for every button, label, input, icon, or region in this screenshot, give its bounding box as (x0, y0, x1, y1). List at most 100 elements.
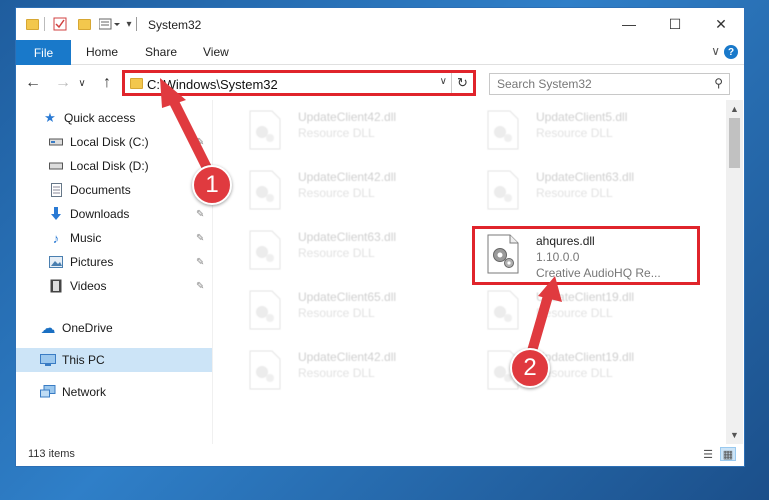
sidebar-item-quick-access[interactable]: ★ Quick access (16, 106, 212, 130)
minimize-button[interactable]: — (606, 8, 652, 40)
file-item[interactable]: UpdateClient63.dll Resource DLL (472, 162, 698, 218)
dll-file-icon (487, 110, 519, 150)
sidebar-item-network[interactable]: Network (16, 380, 212, 404)
folder-icon (24, 16, 40, 32)
address-row: ← → ∨ ↑ C:\Windows\System32 ∨ ↻ Search S… (16, 66, 744, 100)
forward-button[interactable]: → (52, 72, 74, 94)
dll-file-icon (487, 290, 519, 330)
dll-file-icon (249, 170, 281, 210)
quick-access-dropdown-icon[interactable]: ▾ (124, 16, 134, 32)
documents-icon (48, 182, 64, 198)
drive-icon (48, 158, 64, 174)
file-explorer-window: ▾ System32 — ☐ ✕ File Home Share View ∨ … (16, 8, 744, 466)
step-1-badge: 1 (192, 165, 232, 205)
sidebar-item-label: This PC (62, 353, 105, 367)
sidebar-item-label: Network (62, 385, 107, 399)
this-pc-icon (40, 352, 56, 368)
pin-icon: ✎ (196, 280, 205, 292)
sidebar-item-label: Documents (70, 183, 131, 197)
file-item[interactable]: UpdateClient19.dll Resource DLL (472, 282, 698, 338)
maximize-button[interactable]: ☐ (652, 8, 698, 40)
up-button[interactable]: ↑ (96, 72, 118, 94)
recent-locations-button[interactable]: ∨ (76, 72, 88, 94)
new-folder-icon[interactable] (76, 16, 92, 32)
file-item[interactable]: UpdateClient42.dll Resource DLL (234, 342, 460, 398)
sidebar-item-label: Local Disk (C:) (70, 135, 149, 149)
tab-view[interactable]: View (203, 45, 229, 59)
file-item[interactable]: UpdateClient42.dll Resource DLL (234, 162, 460, 218)
tab-home[interactable]: Home (86, 45, 118, 59)
file-item[interactable]: UpdateClient5.dll Resource DLL (472, 102, 698, 158)
file-item[interactable]: UpdateClient42.dll Resource DLL (234, 102, 460, 158)
dll-file-icon (249, 290, 281, 330)
refresh-button[interactable]: ↻ (451, 73, 473, 93)
sidebar-item-videos[interactable]: Videos ✎ (16, 274, 212, 298)
close-button[interactable]: ✕ (698, 8, 744, 40)
sidebar-item-local-disk-c[interactable]: Local Disk (C:) ✎ (16, 130, 212, 154)
sidebar-item-local-disk-d[interactable]: Local Disk (D:) (16, 154, 212, 178)
scrollbar-thumb[interactable] (729, 118, 740, 168)
sidebar-item-downloads[interactable]: Downloads ✎ (16, 202, 212, 226)
sidebar-item-this-pc[interactable]: This PC (16, 348, 212, 372)
pin-icon: ✎ (196, 136, 205, 148)
file-description: Resource DLL (298, 246, 375, 260)
customize-toolbar-icon[interactable] (98, 16, 122, 32)
pictures-icon (48, 254, 64, 270)
sidebar-item-documents[interactable]: Documents (16, 178, 212, 202)
divider (44, 17, 45, 31)
tab-share[interactable]: Share (145, 45, 177, 59)
music-icon: ♪ (52, 230, 60, 246)
navigation-pane: ★ Quick access Local Disk (C:) ✎ Local D… (16, 100, 212, 444)
help-icon[interactable]: ? (724, 45, 738, 59)
search-icon[interactable]: ⚲ (714, 76, 723, 90)
scroll-up-icon[interactable]: ▲ (726, 102, 743, 116)
details-view-icon[interactable]: ☰ (700, 447, 716, 461)
status-bar: 113 items ☰ ▦ (16, 444, 744, 466)
file-item[interactable]: UpdateClient19.dll Resource DLL (472, 342, 698, 398)
pin-icon: ✎ (196, 208, 205, 220)
file-name: UpdateClient19.dll (536, 350, 635, 364)
step-2-badge: 2 (510, 348, 550, 388)
scroll-down-icon[interactable]: ▼ (726, 428, 743, 442)
sidebar-item-label: Music (70, 231, 102, 245)
back-button[interactable]: ← (22, 72, 44, 94)
file-name: UpdateClient42.dll (298, 350, 397, 364)
dll-file-icon (249, 110, 281, 150)
sidebar-item-pictures[interactable]: Pictures ✎ (16, 250, 212, 274)
file-description: Resource DLL (298, 186, 375, 200)
file-item[interactable]: UpdateClient65.dll Resource DLL (234, 282, 460, 338)
file-name: UpdateClient42.dll (298, 170, 397, 184)
file-item[interactable]: UpdateClient63.dll Resource DLL (234, 222, 460, 278)
address-dropdown-icon[interactable]: ∨ (440, 76, 447, 87)
tiles-view-icon[interactable]: ▦ (720, 447, 736, 461)
title-bar: ▾ System32 — ☐ ✕ (16, 8, 744, 40)
sidebar-item-onedrive[interactable]: ☁ OneDrive (16, 316, 212, 340)
network-icon (40, 384, 56, 400)
search-input[interactable]: Search System32 ⚲ (489, 73, 730, 95)
dll-file-icon (249, 230, 281, 270)
item-count: 113 items (28, 448, 75, 460)
file-name: UpdateClient19.dll (536, 290, 635, 304)
file-description: Resource DLL (536, 126, 613, 140)
file-name: UpdateClient63.dll (298, 230, 397, 244)
ribbon-tabs: File Home Share View ∨ ? (16, 40, 744, 65)
tab-file[interactable]: File (16, 40, 71, 65)
address-bar[interactable]: C:\Windows\System32 ∨ ↻ (122, 70, 476, 96)
pin-icon: ✎ (196, 232, 205, 244)
address-path[interactable]: C:\Windows\System32 (147, 77, 278, 92)
vertical-scrollbar[interactable]: ▲ ▼ (726, 100, 743, 444)
drive-icon (48, 134, 64, 150)
divider (136, 17, 137, 31)
window-title: System32 (148, 18, 202, 32)
properties-icon[interactable] (52, 16, 68, 32)
dll-file-icon (249, 350, 281, 390)
file-name: UpdateClient5.dll (536, 110, 628, 124)
expand-ribbon-icon[interactable]: ∨ (711, 44, 720, 58)
file-name: UpdateClient65.dll (298, 290, 397, 304)
sidebar-item-label: Local Disk (D:) (70, 159, 149, 173)
downloads-icon (48, 206, 64, 222)
file-description: Resource DLL (536, 186, 613, 200)
pin-icon: ✎ (196, 256, 205, 268)
sidebar-item-music[interactable]: ♪ Music ✎ (16, 226, 212, 250)
sidebar-item-label: OneDrive (62, 321, 113, 335)
